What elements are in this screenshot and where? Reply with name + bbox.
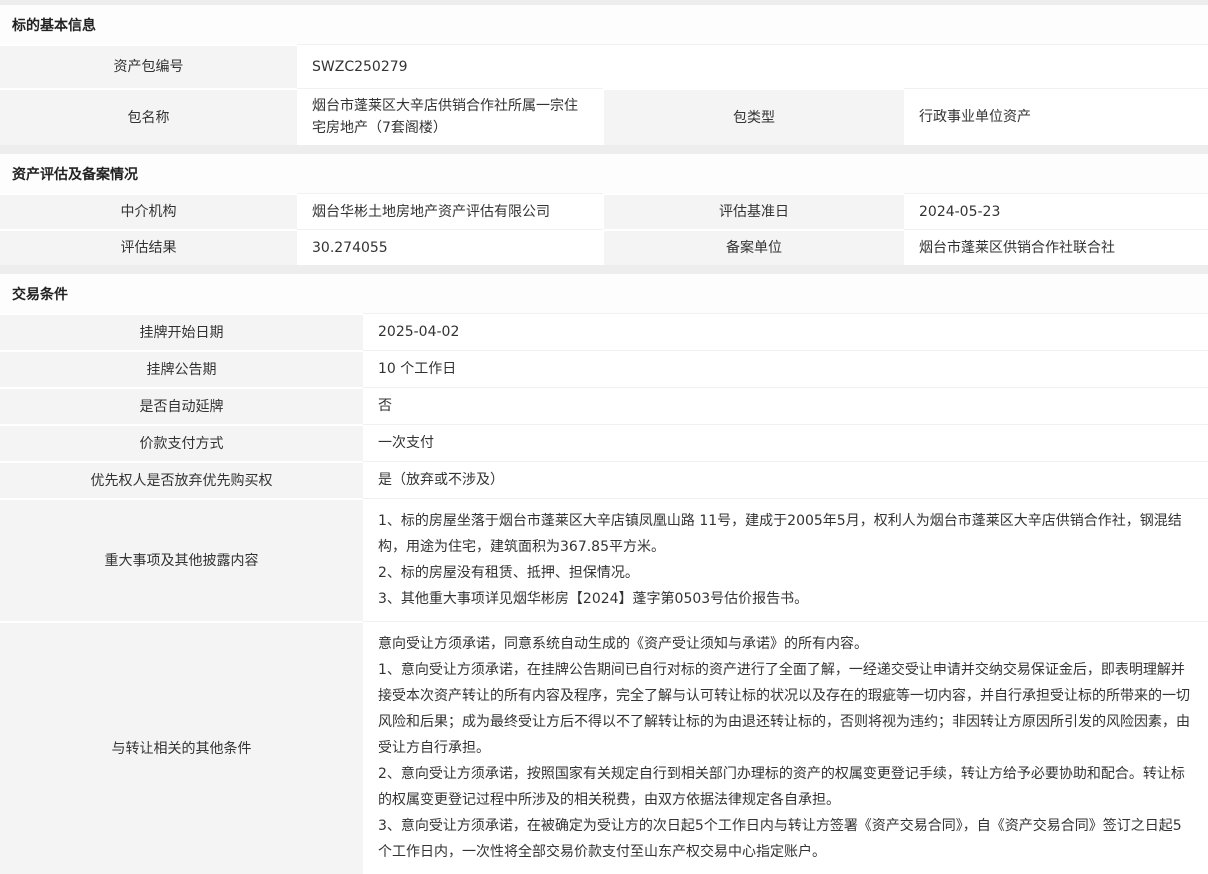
major-disclosure-item-2: 2、标的房屋没有租赁、抵押、担保情况。 — [378, 560, 1193, 586]
other-conditions-item-3: 3、意向受让方须承诺，在被确定为受让方的次日起5个工作日内与转让方签署《资产交易… — [378, 813, 1193, 865]
major-disclosure-value: 1、标的房屋坐落于烟台市蓬莱区大辛店镇凤凰山路 11号，建成于2005年5月，权… — [363, 498, 1208, 621]
other-conditions-label: 与转让相关的其他条件 — [0, 621, 363, 874]
listing-start-date-label: 挂牌开始日期 — [0, 313, 363, 350]
section-basic-info: 标的基本信息 资产包编号 SWZC250279 包名称 烟台市蓬莱区大辛店供销合… — [0, 5, 1208, 145]
package-number-label: 资产包编号 — [0, 44, 297, 88]
agency-label: 中介机构 — [0, 193, 297, 229]
section-trade-conditions-title: 交易条件 — [0, 274, 1208, 313]
other-conditions-item-2: 2、意向受让方须承诺，按照国家有关规定自行到相关部门办理标的资产的权属变更登记手… — [378, 761, 1193, 813]
agency-value: 烟台华彬土地房地产资产评估有限公司 — [297, 193, 604, 229]
notice-period-label: 挂牌公告期 — [0, 350, 363, 387]
table-row-notice-period: 挂牌公告期 10 个工作日 — [0, 350, 1208, 387]
major-disclosure-label: 重大事项及其他披露内容 — [0, 498, 363, 621]
major-disclosure-item-1: 1、标的房屋坐落于烟台市蓬莱区大辛店镇凤凰山路 11号，建成于2005年5月，权… — [378, 508, 1193, 560]
table-row-package-number: 资产包编号 SWZC250279 — [0, 44, 1208, 88]
base-date-label: 评估基准日 — [604, 193, 904, 229]
other-conditions-value: 意向受让方须承诺，同意系统自动生成的《资产受让须知与承诺》的所有内容。 1、意向… — [363, 621, 1208, 874]
table-row-priority-right: 优先权人是否放弃优先购买权 是（放弃或不涉及） — [0, 461, 1208, 498]
filing-unit-label: 备案单位 — [604, 229, 904, 265]
section-appraisal: 资产评估及备案情况 中介机构 烟台华彬土地房地产资产评估有限公司 评估基准日 2… — [0, 154, 1208, 265]
table-row-result-filing: 评估结果 30.274055 备案单位 烟台市蓬莱区供销合作社联合社 — [0, 229, 1208, 265]
table-row-other-conditions: 与转让相关的其他条件 意向受让方须承诺，同意系统自动生成的《资产受让须知与承诺》… — [0, 621, 1208, 874]
package-name-label: 包名称 — [0, 88, 297, 145]
section-appraisal-title: 资产评估及备案情况 — [0, 154, 1208, 193]
other-conditions-item-1: 1、意向受让方须承诺，在挂牌公告期间已自行对标的资产进行了全面了解，一经递交受让… — [378, 657, 1193, 761]
other-conditions-intro: 意向受让方须承诺，同意系统自动生成的《资产受让须知与承诺》的所有内容。 — [378, 631, 1193, 657]
table-row-major-disclosure: 重大事项及其他披露内容 1、标的房屋坐落于烟台市蓬莱区大辛店镇凤凰山路 11号，… — [0, 498, 1208, 621]
base-date-value: 2024-05-23 — [904, 193, 1208, 229]
payment-method-label: 价款支付方式 — [0, 424, 363, 461]
table-row-package-name-type: 包名称 烟台市蓬莱区大辛店供销合作社所属一宗住宅房地产（7套阁楼） 包类型 行政… — [0, 88, 1208, 145]
filing-unit-value: 烟台市蓬莱区供销合作社联合社 — [904, 229, 1208, 265]
appraisal-result-label: 评估结果 — [0, 229, 297, 265]
table-row-agency-basedate: 中介机构 烟台华彬土地房地产资产评估有限公司 评估基准日 2024-05-23 — [0, 193, 1208, 229]
section-trade-conditions: 交易条件 挂牌开始日期 2025-04-02 挂牌公告期 10 个工作日 是否自… — [0, 274, 1208, 874]
asset-detail-page: 标的基本信息 资产包编号 SWZC250279 包名称 烟台市蓬莱区大辛店供销合… — [0, 0, 1208, 874]
major-disclosure-item-3: 3、其他重大事项详见烟华彬房【2024】蓬字第0503号估价报告书。 — [378, 586, 1193, 612]
payment-method-value: 一次支付 — [363, 424, 1208, 461]
table-row-auto-extend: 是否自动延牌 否 — [0, 387, 1208, 424]
priority-right-label: 优先权人是否放弃优先购买权 — [0, 461, 363, 498]
priority-right-value: 是（放弃或不涉及） — [363, 461, 1208, 498]
auto-extend-value: 否 — [363, 387, 1208, 424]
listing-start-date-value: 2025-04-02 — [363, 313, 1208, 350]
appraisal-result-value: 30.274055 — [297, 229, 604, 265]
section-basic-info-title: 标的基本信息 — [0, 5, 1208, 44]
package-type-label: 包类型 — [604, 88, 904, 145]
package-number-value: SWZC250279 — [297, 44, 1208, 88]
package-name-value: 烟台市蓬莱区大辛店供销合作社所属一宗住宅房地产（7套阁楼） — [297, 88, 604, 145]
table-row-start-date: 挂牌开始日期 2025-04-02 — [0, 313, 1208, 350]
notice-period-value: 10 个工作日 — [363, 350, 1208, 387]
package-type-value: 行政事业单位资产 — [904, 88, 1208, 145]
table-row-payment-method: 价款支付方式 一次支付 — [0, 424, 1208, 461]
auto-extend-label: 是否自动延牌 — [0, 387, 363, 424]
